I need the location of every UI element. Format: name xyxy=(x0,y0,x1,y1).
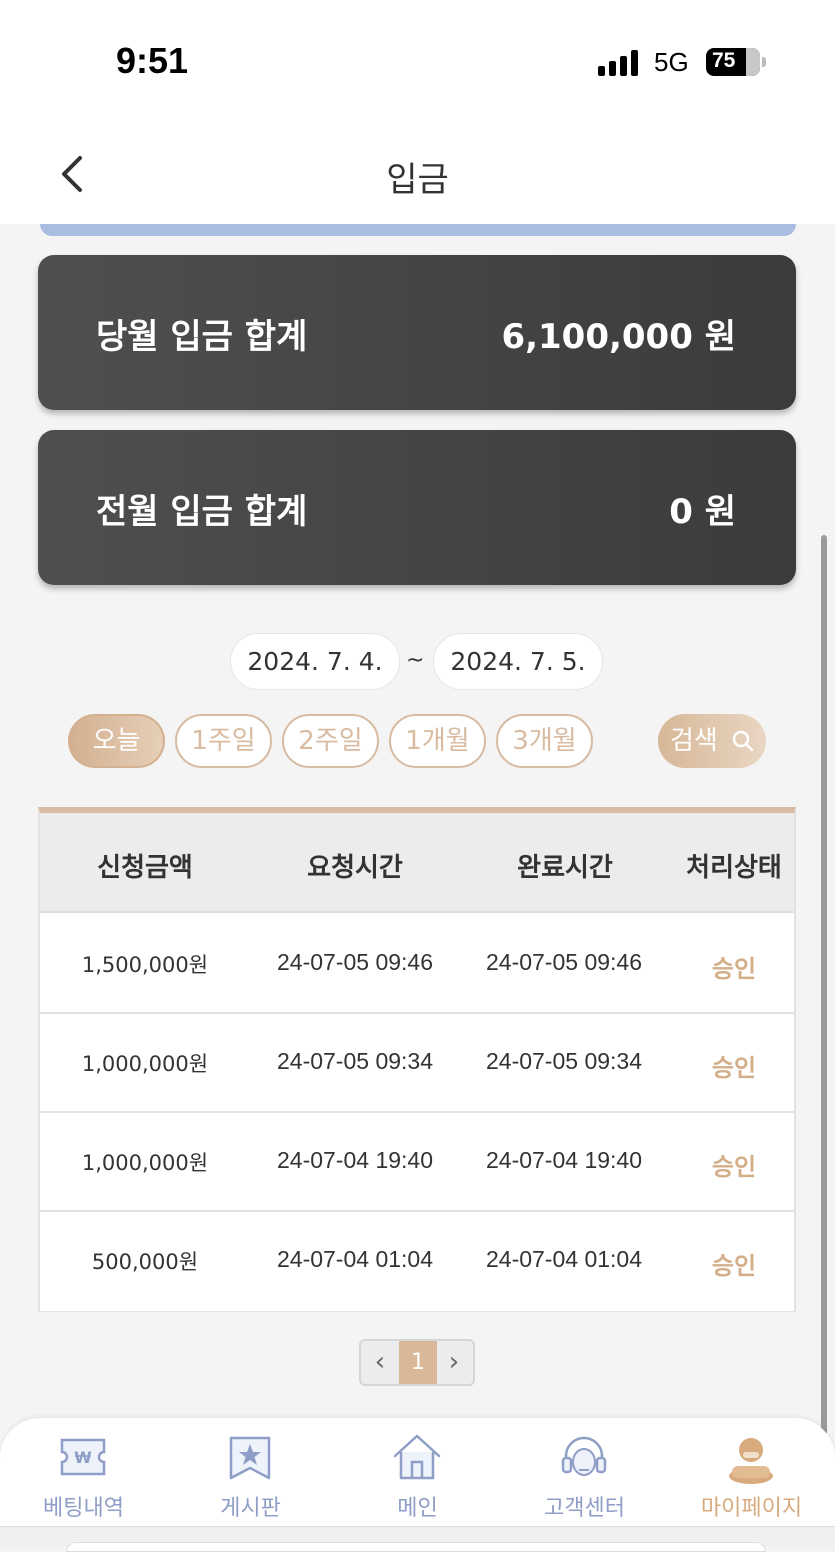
cell-requested: 24-07-04 19:40 xyxy=(276,1147,433,1173)
status-bar: 9:51 5G 75 xyxy=(0,0,835,120)
period-1week-button[interactable]: 1주일 xyxy=(175,714,272,768)
end-date-field[interactable]: 2024. 7. 5. xyxy=(433,633,603,690)
nav-item-main[interactable]: 메인 xyxy=(334,1418,501,1528)
nav-label: 베팅내역 xyxy=(43,1496,124,1521)
cell-completed: 24-07-05 09:34 xyxy=(485,1048,642,1074)
period-today-button[interactable]: 오늘 xyxy=(68,714,165,768)
cell-requested: 24-07-05 09:34 xyxy=(276,1048,433,1074)
nav-item-board[interactable]: 게시판 xyxy=(167,1418,334,1528)
cell-completed: 24-07-05 09:46 xyxy=(485,949,642,975)
column-header-completed: 완료시간 xyxy=(517,853,613,883)
home-indicator-bar xyxy=(0,1526,835,1552)
bottom-nav: W 베팅내역 게시판 메인 고객센터 마이페이지 xyxy=(0,1418,835,1528)
table-row: 500,000원 24-07-04 01:04 24-07-04 01:04 승… xyxy=(40,1212,794,1311)
cell-amount: 1,000,000원 xyxy=(81,1151,209,1175)
search-button[interactable]: 검색 xyxy=(658,714,766,768)
bookmark-star-icon xyxy=(229,1436,271,1480)
table-header: 신청금액 요청시간 완료시간 처리상태 xyxy=(40,813,794,913)
start-date-field[interactable]: 2024. 7. 4. xyxy=(230,633,400,690)
headset-icon xyxy=(561,1436,607,1476)
won-ticket-icon: W xyxy=(60,1438,106,1476)
network-type: 5G xyxy=(654,47,689,77)
cell-completed: 24-07-04 01:04 xyxy=(485,1246,642,1272)
battery-level: 75 xyxy=(712,49,736,72)
card-label: 전월 입금 합계 xyxy=(96,492,308,532)
cell-completed: 24-07-04 19:40 xyxy=(485,1147,642,1173)
cell-requested: 24-07-04 01:04 xyxy=(276,1246,433,1272)
signal-icon xyxy=(598,50,640,76)
table-row: 1,500,000원 24-07-05 09:46 24-07-05 09:46… xyxy=(40,915,794,1014)
battery-icon: 75 xyxy=(706,48,760,76)
cell-status: 승인 xyxy=(711,1252,757,1280)
period-3month-button[interactable]: 3개월 xyxy=(496,714,593,768)
card-value: 6,100,000 원 xyxy=(501,317,736,357)
battery-tip xyxy=(762,57,766,67)
cell-status: 승인 xyxy=(711,955,757,983)
period-1month-button[interactable]: 1개월 xyxy=(389,714,486,768)
page-1-button[interactable]: 1 xyxy=(399,1341,437,1384)
status-time: 9:51 xyxy=(116,40,189,81)
home-icon xyxy=(393,1434,441,1480)
deposit-history-table: 신청금액 요청시간 완료시간 처리상태 1,500,000원 24-07-05 … xyxy=(38,807,796,1312)
column-header-requested: 요청시간 xyxy=(307,853,403,883)
period-2week-button[interactable]: 2주일 xyxy=(282,714,379,768)
nav-item-betting-history[interactable]: W 베팅내역 xyxy=(0,1418,167,1528)
search-label: 검색 xyxy=(670,726,718,756)
cell-amount: 500,000원 xyxy=(91,1250,199,1274)
cell-status: 승인 xyxy=(711,1153,757,1181)
nav-item-customer-center[interactable]: 고객센터 xyxy=(501,1418,668,1528)
banner-edge xyxy=(40,224,796,236)
cell-amount: 1,000,000원 xyxy=(81,1052,209,1076)
next-page-button[interactable]: › xyxy=(435,1341,473,1384)
home-indicator xyxy=(66,1542,766,1552)
date-separator: ~ xyxy=(406,648,425,673)
nav-label: 마이페이지 xyxy=(700,1496,803,1521)
cell-amount: 1,500,000원 xyxy=(81,953,209,977)
nav-item-my-page[interactable]: 마이페이지 xyxy=(668,1418,835,1528)
prev-month-deposit-card: 전월 입금 합계 0 원 xyxy=(38,430,796,585)
cell-status: 승인 xyxy=(711,1054,757,1082)
pagination: ‹ 1 › xyxy=(359,1339,475,1386)
user-avatar-icon xyxy=(729,1438,773,1484)
svg-text:W: W xyxy=(74,1448,92,1467)
scrollbar[interactable] xyxy=(821,535,827,1435)
search-icon xyxy=(732,730,754,752)
column-header-status: 처리상태 xyxy=(686,853,782,883)
page-title: 입금 xyxy=(386,160,449,200)
nav-label: 게시판 xyxy=(220,1496,281,1521)
table-row: 1,000,000원 24-07-05 09:34 24-07-05 09:34… xyxy=(40,1014,794,1113)
nav-label: 메인 xyxy=(397,1496,438,1521)
column-header-amount: 신청금액 xyxy=(97,853,193,883)
cell-requested: 24-07-05 09:46 xyxy=(276,949,433,975)
card-value: 0 원 xyxy=(669,492,736,532)
table-row: 1,000,000원 24-07-04 19:40 24-07-04 19:40… xyxy=(40,1113,794,1212)
card-label: 당월 입금 합계 xyxy=(96,317,308,357)
prev-page-button[interactable]: ‹ xyxy=(361,1341,399,1384)
nav-label: 고객센터 xyxy=(544,1496,625,1521)
monthly-deposit-card: 당월 입금 합계 6,100,000 원 xyxy=(38,255,796,410)
